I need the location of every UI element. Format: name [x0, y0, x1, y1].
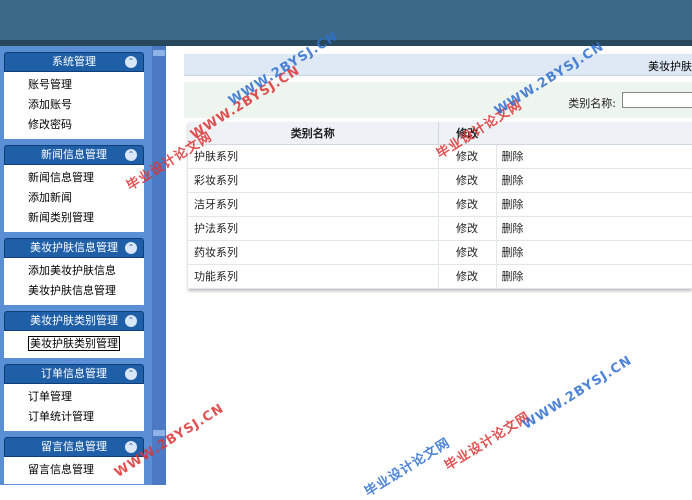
category-name-input[interactable] — [622, 92, 692, 108]
edit-link[interactable]: 修改 — [438, 240, 497, 265]
category-name-cell: 洁牙系列 — [188, 192, 439, 217]
menu-header-beauty-info[interactable]: 美妆护肤信息管理 ⌃ — [4, 238, 144, 258]
menu-header-label: 美妆护肤信息管理 — [30, 241, 118, 254]
delete-link[interactable]: 删除 — [496, 216, 692, 241]
menu-item-add-beauty-info[interactable]: 添加美妆护肤信息 — [28, 261, 144, 281]
table-row: 洁牙系列 修改 删除 — [188, 192, 692, 217]
page-title: 美妆护肤 — [648, 60, 692, 73]
menu-header-label: 新闻信息管理 — [41, 148, 107, 161]
menu-header-label: 系统管理 — [52, 55, 96, 68]
table-row: 功能系列 修改 删除 — [188, 264, 692, 289]
category-name-cell: 功能系列 — [188, 264, 439, 289]
menu-header-messages[interactable]: 留言信息管理 ⌃ — [4, 437, 144, 457]
menu-item-beauty-category-manage[interactable]: 美妆护肤类别管理 — [28, 334, 144, 354]
menu-header-news[interactable]: 新闻信息管理 ⌃ — [4, 145, 144, 165]
menu-item-order-stats[interactable]: 订单统计管理 — [28, 407, 144, 427]
delete-link[interactable]: 删除 — [496, 168, 692, 193]
category-name-cell: 护法系列 — [188, 216, 439, 241]
top-banner — [0, 0, 692, 40]
delete-link[interactable]: 删除 — [496, 192, 692, 217]
menu-item-add-news[interactable]: 添加新闻 — [28, 188, 144, 208]
collapse-icon[interactable]: ⌃ — [125, 315, 137, 327]
menu-header-label: 订单信息管理 — [41, 367, 107, 380]
delete-link[interactable]: 删除 — [496, 264, 692, 289]
table-row: 彩妆系列 修改 删除 — [188, 168, 692, 193]
table-row: 护法系列 修改 删除 — [188, 216, 692, 241]
menu-group-beauty-category: 美妆护肤类别管理 ⌃ 美妆护肤类别管理 — [4, 311, 144, 358]
menu-group-beauty-info: 美妆护肤信息管理 ⌃ 添加美妆护肤信息 美妆护肤信息管理 — [4, 238, 144, 305]
menu-header-system[interactable]: 系统管理 ⌃ — [4, 52, 144, 72]
category-name-cell: 药妆系列 — [188, 240, 439, 265]
collapse-icon[interactable]: ⌃ — [125, 368, 137, 380]
scroll-up-handle[interactable] — [153, 50, 165, 56]
delete-link[interactable]: 删除 — [496, 240, 692, 265]
menu-group-orders: 订单信息管理 ⌃ 订单管理 订单统计管理 — [4, 364, 144, 431]
menu-item-beauty-info-manage[interactable]: 美妆护肤信息管理 — [28, 281, 144, 301]
column-header-delete — [496, 122, 692, 145]
menu-group-news: 新闻信息管理 ⌃ 新闻信息管理 添加新闻 新闻类别管理 — [4, 145, 144, 232]
search-label: 类别名称: — [568, 97, 616, 110]
menu-item-add-account[interactable]: 添加账号 — [28, 95, 144, 115]
menu-header-label: 留言信息管理 — [41, 440, 107, 453]
edit-link[interactable]: 修改 — [438, 192, 497, 217]
table-row: 药妆系列 修改 删除 — [188, 240, 692, 265]
category-name-cell: 护肤系列 — [188, 144, 439, 169]
column-header-name: 类别名称 — [188, 122, 439, 145]
menu-item-change-password[interactable]: 修改密码 — [28, 115, 144, 135]
sidebar-scrollbar[interactable] — [152, 46, 166, 485]
collapse-icon[interactable]: ⌃ — [125, 56, 137, 68]
menu-header-orders[interactable]: 订单信息管理 ⌃ — [4, 364, 144, 384]
menu-header-label: 美妆护肤类别管理 — [30, 314, 118, 327]
edit-link[interactable]: 修改 — [438, 168, 497, 193]
edit-link[interactable]: 修改 — [438, 264, 497, 289]
collapse-icon[interactable]: ⌃ — [125, 441, 137, 453]
delete-link[interactable]: 删除 — [496, 144, 692, 169]
menu-item-order-manage[interactable]: 订单管理 — [28, 387, 144, 407]
collapse-icon[interactable]: ⌃ — [125, 242, 137, 254]
menu-item-account-manage[interactable]: 账号管理 — [28, 75, 144, 95]
sidebar: 系统管理 ⌃ 账号管理 添加账号 修改密码 新闻信息管理 ⌃ 新闻信息管理 添加… — [0, 46, 152, 485]
edit-link[interactable]: 修改 — [438, 216, 497, 241]
collapse-icon[interactable]: ⌃ — [125, 149, 137, 161]
menu-group-system: 系统管理 ⌃ 账号管理 添加账号 修改密码 — [4, 52, 144, 139]
content-header: 美妆护肤 — [184, 54, 692, 76]
menu-header-beauty-category[interactable]: 美妆护肤类别管理 ⌃ — [4, 311, 144, 331]
category-name-cell: 彩妆系列 — [188, 168, 439, 193]
menu-item-news-category[interactable]: 新闻类别管理 — [28, 208, 144, 228]
